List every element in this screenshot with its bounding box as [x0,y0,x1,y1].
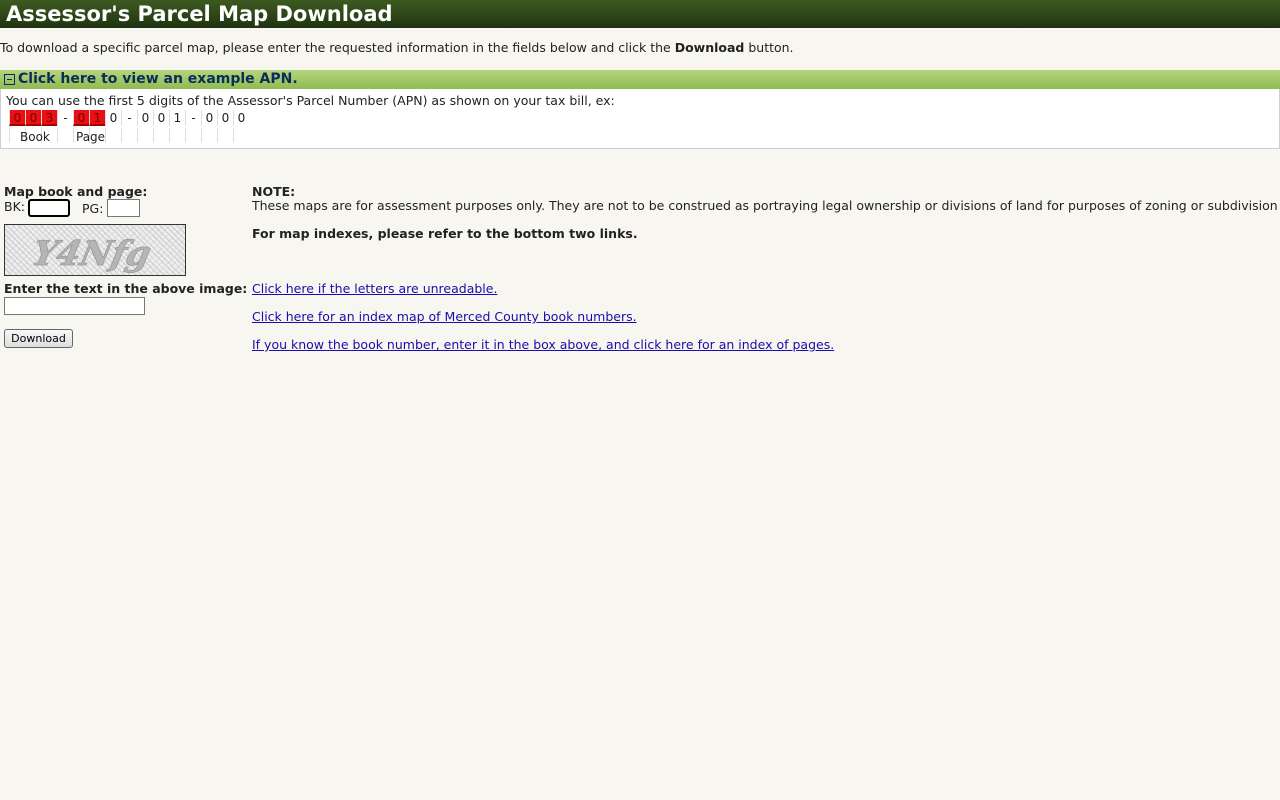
bk-label: BK: [4,199,25,214]
apn-digit: 0 [9,110,25,126]
apn-digit: 1 [89,110,105,126]
apn-description: You can use the first 5 digits of the As… [6,93,615,108]
apn-digit: 0 [233,110,249,126]
apn-digit: 0 [217,110,233,126]
apn-digit: - [121,110,137,126]
apn-digit-cell [233,128,249,143]
apn-digit: - [57,110,73,126]
apn-digit: 0 [105,110,121,126]
example-apn-toggle[interactable]: Click here to view an example APN. [0,70,1280,89]
apn-digit-cell [169,128,185,143]
apn-digit-cell [121,128,137,143]
example-apn-toggle-label: Click here to view an example APN. [18,71,298,87]
note-title: NOTE: [252,184,296,199]
captcha-input[interactable] [4,297,145,315]
pg-label: PG: [82,201,104,216]
apn-digit: 3 [41,110,57,126]
index-note: For map indexes, please refer to the bot… [252,226,638,241]
apn-digit-cell [201,128,217,143]
index-pages-link[interactable]: If you know the book number, enter it in… [252,337,834,352]
apn-digit-cell [57,128,73,143]
apn-digit: 0 [73,110,89,126]
index-map-link[interactable]: Click here for an index map of Merced Co… [252,309,637,324]
apn-digits: 003-010-001-000 [9,110,249,126]
apn-digit: 0 [137,110,153,126]
intro-text: To download a specific parcel map, pleas… [0,40,794,55]
apn-digit: 0 [25,110,41,126]
apn-digit-cell [217,128,233,143]
apn-digit-cell [185,128,201,143]
map-book-page-label: Map book and page: [4,184,148,199]
captcha-label: Enter the text in the above image: [4,281,248,296]
captcha-image: Y4Nfg [4,224,186,276]
captcha-text: Y4Nfg [29,234,155,274]
intro-text-before: To download a specific parcel map, pleas… [0,40,675,55]
page-title: Assessor's Parcel Map Download [0,0,1280,28]
apn-digit-cell [105,128,121,143]
apn-digit: - [185,110,201,126]
apn-digit: 0 [201,110,217,126]
apn-digit-cell [137,128,153,143]
download-button[interactable]: Download [4,329,73,348]
example-apn-panel: You can use the first 5 digits of the As… [0,89,1280,149]
intro-text-bold: Download [674,40,745,55]
page-label: Page [76,130,106,144]
page-input[interactable] [107,199,140,217]
collapse-icon[interactable] [4,73,15,85]
intro-text-after: button. [744,40,794,55]
apn-digit-cell [153,128,169,143]
book-label: Book [20,130,50,144]
apn-digit: 1 [169,110,185,126]
unreadable-link[interactable]: Click here if the letters are unreadable… [252,281,497,296]
book-input[interactable] [28,199,70,217]
apn-digit: 0 [153,110,169,126]
note-text: These maps are for assessment purposes o… [252,198,1280,213]
